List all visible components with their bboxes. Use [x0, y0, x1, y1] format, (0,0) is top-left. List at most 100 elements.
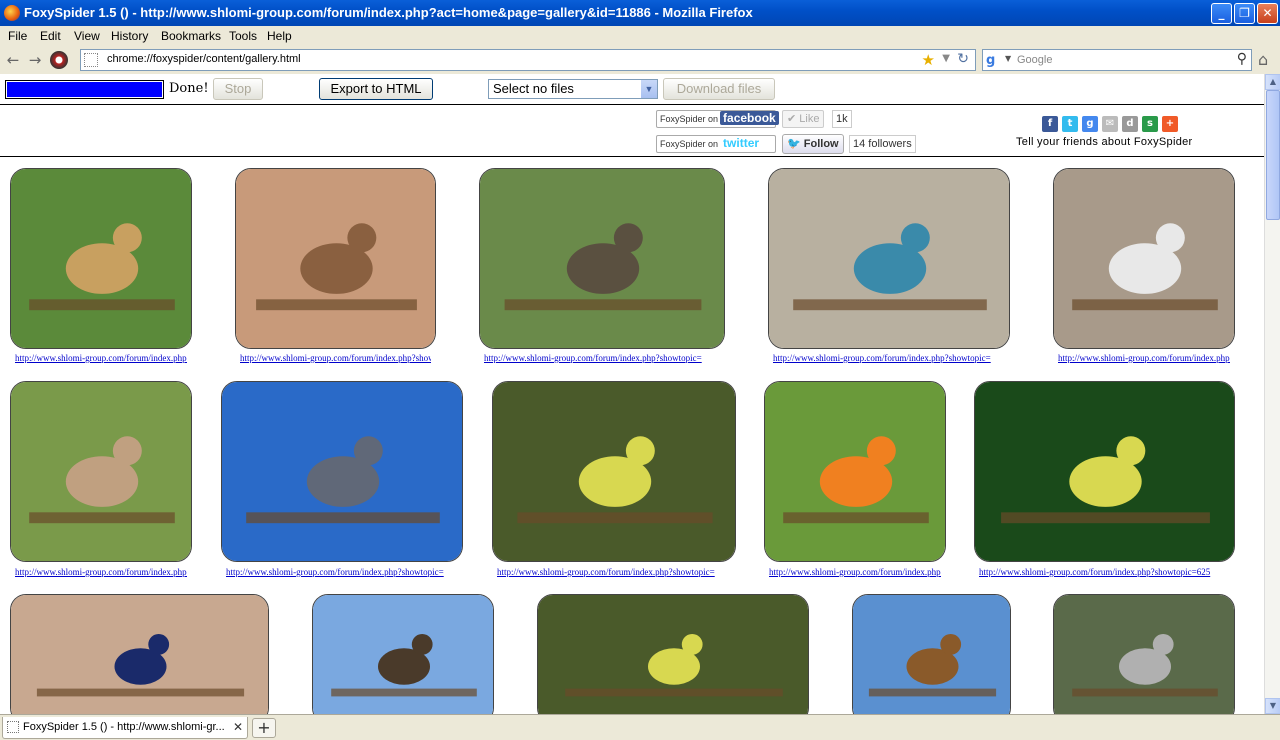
menu-bookmarks[interactable]: Bookmarks: [161, 29, 221, 43]
vertical-scrollbar[interactable]: ▲ ▼: [1264, 74, 1280, 714]
bird-thumbnail[interactable]: [10, 381, 192, 562]
url-bar[interactable]: chrome://foxyspider/content/gallery.html…: [80, 49, 976, 71]
bird-thumbnail[interactable]: [492, 381, 736, 562]
facebook-share-icon[interactable]: f: [1042, 116, 1058, 132]
bird-thumbnail[interactable]: [1053, 594, 1235, 714]
select-value: Select no files: [493, 81, 574, 96]
bird-thumbnail[interactable]: [479, 168, 725, 349]
like-button[interactable]: ✔ Like: [782, 110, 825, 128]
bird-thumbnail[interactable]: [974, 381, 1235, 562]
bird-head: [681, 634, 703, 655]
tab-page-icon: [7, 721, 19, 733]
tab-close-icon[interactable]: ✕: [233, 717, 243, 737]
back-icon[interactable]: ←: [4, 51, 22, 69]
bird-thumbnail[interactable]: [1053, 168, 1235, 349]
tab-foxyspider[interactable]: FoxySpider 1.5 () - http://www.shlomi-gr…: [2, 717, 248, 739]
progress-bar: [5, 80, 164, 99]
bird-head: [1116, 436, 1146, 466]
menu-tools[interactable]: Tools: [229, 29, 257, 43]
facebook-logo: facebook: [720, 111, 779, 125]
followers-count: 14 followers: [849, 135, 916, 153]
image-link[interactable]: http://www.shlomi-group.com/forum/index.…: [1058, 353, 1230, 363]
scrollbar-thumb[interactable]: [1266, 90, 1280, 220]
new-tab-button[interactable]: +: [252, 718, 276, 738]
bird-thumbnail[interactable]: [10, 594, 269, 714]
firefox-icon: [4, 5, 20, 21]
bird-head: [411, 634, 433, 655]
menu-file[interactable]: File: [8, 29, 27, 43]
bird-photo: [236, 169, 435, 348]
search-placeholder[interactable]: Google: [1017, 54, 1052, 66]
search-engine-dropdown-icon[interactable]: ▼: [1005, 54, 1011, 63]
bird-head: [112, 223, 142, 253]
image-link[interactable]: http://www.shlomi-group.com/forum/index.…: [979, 567, 1229, 577]
google-share-icon[interactable]: g: [1082, 116, 1098, 132]
bookmark-star-icon[interactable]: ★: [922, 51, 935, 69]
image-link[interactable]: http://www.shlomi-group.com/forum/index.…: [226, 567, 458, 577]
bird-head: [1155, 223, 1185, 253]
email-share-icon[interactable]: ✉: [1102, 116, 1118, 132]
forward-icon[interactable]: →: [26, 51, 44, 69]
scroll-down-icon[interactable]: ▼: [1265, 698, 1280, 714]
bird-thumbnail[interactable]: [537, 594, 809, 714]
tab-label: FoxySpider 1.5 () - http://www.shlomi-gr…: [23, 721, 225, 733]
bird-photo: [11, 169, 191, 348]
progress-fill: [7, 82, 162, 97]
image-link[interactable]: http://www.shlomi-group.com/forum/index.…: [15, 567, 187, 577]
facebook-badge[interactable]: FoxySpider on facebook: [656, 110, 779, 128]
bird-thumbnail[interactable]: [221, 381, 463, 562]
image-link[interactable]: http://www.shlomi-group.com/forum/index.…: [15, 353, 187, 363]
bird-thumbnail[interactable]: [768, 168, 1010, 349]
stumble-share-icon[interactable]: s: [1142, 116, 1158, 132]
export-html-button[interactable]: Export to HTML: [319, 78, 433, 100]
perch: [246, 512, 440, 524]
perch: [29, 512, 175, 524]
search-icon[interactable]: ⚲: [1237, 51, 1247, 67]
gallery-toolbar: Done! Stop Export to HTML Select no file…: [0, 74, 1264, 104]
menu-help[interactable]: Help: [267, 29, 292, 43]
image-link[interactable]: http://www.shlomi-group.com/forum/index.…: [773, 353, 1005, 363]
image-link[interactable]: http://www.shlomi-group.com/forum/index.…: [497, 567, 731, 577]
chevron-down-icon[interactable]: ▼: [641, 80, 657, 98]
menu-history[interactable]: History: [111, 29, 148, 43]
url-dropdown-icon[interactable]: ▼: [942, 53, 950, 64]
reload-icon[interactable]: ↻: [957, 51, 969, 67]
image-link[interactable]: http://www.shlomi-group.com/forum/index.…: [769, 567, 941, 577]
twitter-follow-button[interactable]: 🐦 Follow: [782, 134, 844, 154]
close-button[interactable]: ✕: [1257, 3, 1278, 24]
select-files-dropdown[interactable]: Select no files ▼: [488, 79, 658, 99]
menu-view[interactable]: View: [74, 29, 100, 43]
foxyspider-icon[interactable]: [50, 51, 68, 69]
bird-head: [613, 223, 643, 253]
bird-thumbnail[interactable]: [235, 168, 436, 349]
bird-head: [347, 223, 377, 253]
home-icon[interactable]: ⌂: [1258, 50, 1268, 69]
twitter-badge[interactable]: FoxySpider on twitter: [656, 135, 776, 153]
bird-thumbnail[interactable]: [852, 594, 1011, 714]
bird-thumbnail[interactable]: [10, 168, 192, 349]
maximize-button[interactable]: ❐: [1234, 3, 1255, 24]
twitter-bird-icon: 🐦: [787, 138, 801, 150]
minimize-button[interactable]: _: [1211, 3, 1232, 24]
stop-button[interactable]: Stop: [213, 78, 263, 100]
twitter-share-icon[interactable]: t: [1062, 116, 1078, 132]
perch: [504, 299, 702, 311]
perch: [36, 688, 245, 697]
bird-photo: [975, 382, 1234, 561]
bird-thumbnail[interactable]: [764, 381, 946, 562]
perch: [256, 299, 417, 311]
scroll-up-icon[interactable]: ▲: [1265, 74, 1280, 90]
bird-head: [148, 634, 170, 655]
download-files-button[interactable]: Download files: [663, 78, 775, 100]
bird-thumbnail[interactable]: [312, 594, 494, 714]
image-link[interactable]: http://www.shlomi-group.com/forum/index.…: [240, 353, 431, 363]
search-bar[interactable]: g ▼ Google ⚲: [982, 49, 1252, 71]
bird-photo: [853, 595, 1010, 714]
more-share-icon[interactable]: +: [1162, 116, 1178, 132]
url-text[interactable]: chrome://foxyspider/content/gallery.html: [107, 53, 301, 65]
google-icon[interactable]: g: [986, 53, 1002, 69]
perch: [868, 688, 997, 697]
delicious-share-icon[interactable]: d: [1122, 116, 1138, 132]
image-link[interactable]: http://www.shlomi-group.com/forum/index.…: [484, 353, 718, 363]
menu-edit[interactable]: Edit: [40, 29, 61, 43]
